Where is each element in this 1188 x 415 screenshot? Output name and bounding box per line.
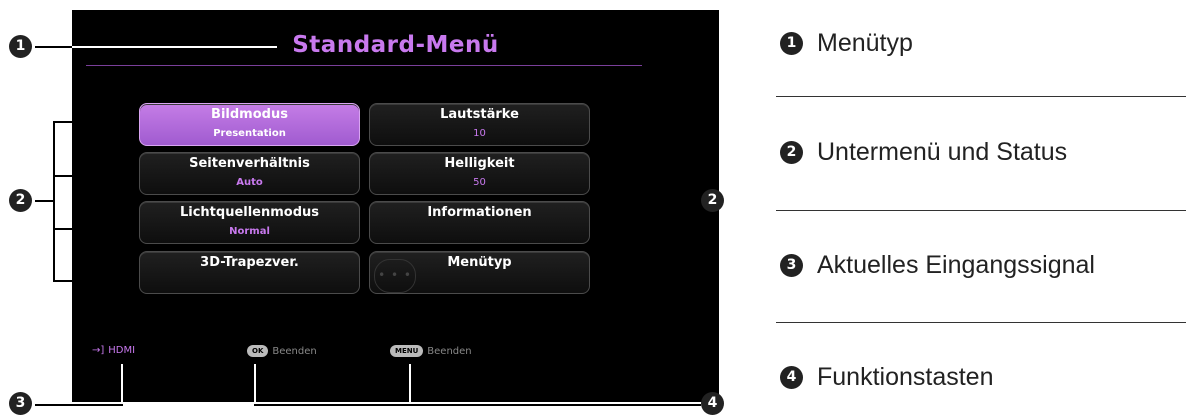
ellipsis-icon: • • • <box>374 259 416 293</box>
bracket-left-stub <box>35 200 55 202</box>
menu-item-lichtquellenmodus[interactable]: Lichtquellenmodus Normal <box>139 201 360 244</box>
callout-3-marker: 3 <box>9 392 32 415</box>
menu-item-value: Auto <box>236 177 263 188</box>
input-source: →] HDMI <box>92 345 135 356</box>
legend-divider <box>776 322 1186 323</box>
ok-key-icon[interactable]: OK <box>247 345 269 357</box>
callout-4-vertical-menu <box>409 364 411 406</box>
callout-3-horizontal <box>35 404 123 406</box>
legend-marker: 3 <box>780 254 803 277</box>
legend-marker: 2 <box>780 141 803 164</box>
menu-item-bildmodus[interactable]: Bildmodus Presentation <box>139 103 360 146</box>
menu-item-label: 3D-Trapezver. <box>200 255 299 270</box>
legend-marker: 1 <box>780 32 803 55</box>
legend-divider <box>776 96 1186 97</box>
menu-hint-label: Beenden <box>427 345 472 357</box>
menu-item-label: Lichtquellenmodus <box>179 205 320 220</box>
callout-2-right-marker: 2 <box>701 189 724 212</box>
menu-item-label: Helligkeit <box>444 156 515 171</box>
callout-1-marker: 1 <box>9 35 32 58</box>
callout-4-marker: 4 <box>701 392 724 415</box>
menu-item-3d-trapezver[interactable]: 3D-Trapezver. <box>139 251 360 294</box>
callout-4-horizontal <box>254 404 701 406</box>
menu-item-helligkeit[interactable]: Helligkeit 50 <box>369 152 590 195</box>
legend-marker: 4 <box>780 366 803 389</box>
menu-key-icon[interactable]: MENU <box>390 345 424 357</box>
menu-item-value: Normal <box>229 226 270 237</box>
legend-text: Aktuelles Eingangssignal <box>817 251 1095 279</box>
ok-hint-label: Beenden <box>272 345 317 357</box>
menu-item-label: Lautstärke <box>440 107 519 122</box>
legend-item-1: 1 Menütyp <box>780 29 913 58</box>
menu-item-label: Seitenverhältnis <box>189 156 310 171</box>
ok-hint: OK Beenden <box>247 345 317 357</box>
osd-screen: Standard-Menü Bildmodus Presentation Lau… <box>72 10 719 402</box>
legend-item-2: 2 Untermenü und Status <box>780 138 1067 167</box>
callout-2-left-marker: 2 <box>9 189 32 212</box>
menu-item-lautstaerke[interactable]: Lautstärke 10 <box>369 103 590 146</box>
legend-divider <box>776 210 1186 211</box>
menu-item-value: 50 <box>473 177 486 188</box>
callout-1-line-overlay <box>72 46 277 48</box>
input-source-label: HDMI <box>108 345 136 356</box>
menu-hint: MENU Beenden <box>390 345 472 357</box>
menu-item-menuetyp[interactable]: • • • Menütyp <box>369 251 590 294</box>
menu-item-label: Bildmodus <box>211 107 288 122</box>
legend-item-3: 3 Aktuelles Eingangssignal <box>780 251 1095 280</box>
legend-text: Menütyp <box>817 29 913 57</box>
legend-text: Funktionstasten <box>817 363 994 391</box>
legend-text: Untermenü und Status <box>817 138 1068 166</box>
callout-3-vertical <box>121 364 123 406</box>
callout-4-vertical-ok <box>254 364 256 406</box>
input-arrow-icon: →] <box>92 345 105 356</box>
menu-item-value: Presentation <box>213 128 286 139</box>
menu-item-value: 10 <box>473 128 486 139</box>
menu-item-seitenverhaeltnis[interactable]: Seitenverhältnis Auto <box>139 152 360 195</box>
osd-title: Standard-Menü <box>292 32 499 58</box>
menu-item-label: Informationen <box>427 205 532 220</box>
osd-title-divider <box>86 65 642 66</box>
legend-item-4: 4 Funktionstasten <box>780 363 994 392</box>
menu-item-informationen[interactable]: Informationen <box>369 201 590 244</box>
